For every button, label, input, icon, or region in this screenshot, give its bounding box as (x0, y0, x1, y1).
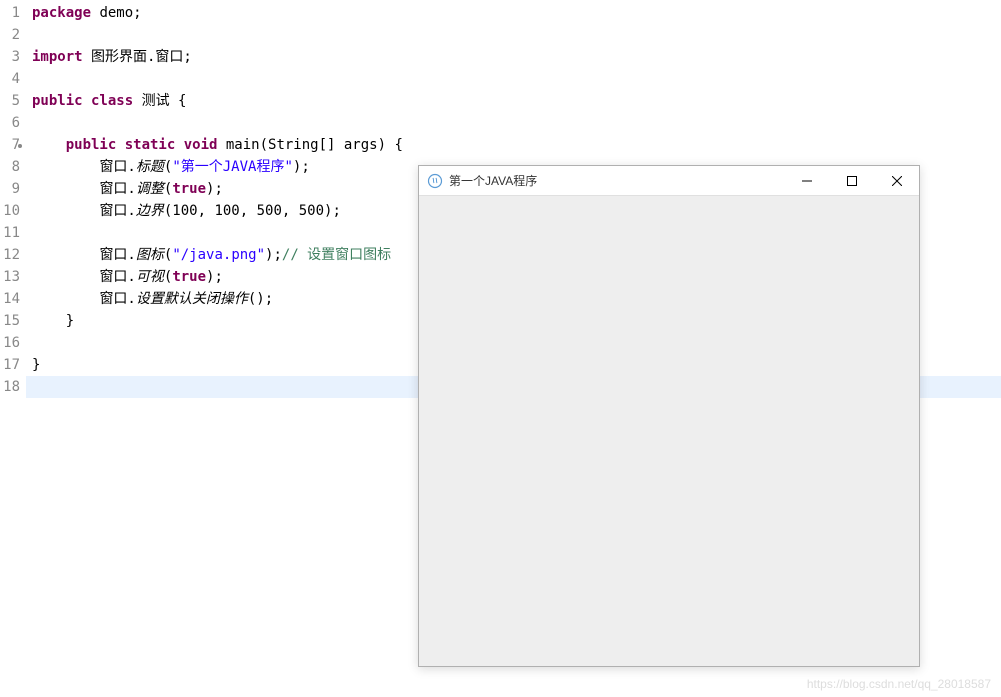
code-line: package demo; (32, 2, 1001, 24)
window-controls (784, 166, 919, 195)
line-number: 13 (0, 266, 20, 288)
line-number: 2 (0, 24, 20, 46)
window-title: 第一个JAVA程序 (449, 172, 784, 189)
java-icon (427, 173, 443, 189)
line-number-gutter: 1 2 3 4 5 6 7 8 9 10 11 12 13 14 15 16 1… (0, 0, 26, 697)
line-number: 3 (0, 46, 20, 68)
close-button[interactable] (874, 166, 919, 195)
line-number: 16 (0, 332, 20, 354)
line-number: 11 (0, 222, 20, 244)
line-number: 9 (0, 178, 20, 200)
line-number: 10 (0, 200, 20, 222)
maximize-button[interactable] (829, 166, 874, 195)
minimize-button[interactable] (784, 166, 829, 195)
line-number: 4 (0, 68, 20, 90)
code-line: import 图形界面.窗口; (32, 46, 1001, 68)
window-titlebar[interactable]: 第一个JAVA程序 (419, 166, 919, 196)
line-number: 7 (0, 134, 20, 156)
line-number: 17 (0, 354, 20, 376)
code-line (32, 112, 1001, 134)
code-line (32, 68, 1001, 90)
watermark-text: https://blog.csdn.net/qq_28018587 (807, 677, 991, 691)
line-number: 12 (0, 244, 20, 266)
code-line: public static void main(String[] args) { (32, 134, 1001, 156)
code-line (32, 24, 1001, 46)
line-number: 14 (0, 288, 20, 310)
line-number: 8 (0, 156, 20, 178)
line-number: 15 (0, 310, 20, 332)
java-application-window[interactable]: 第一个JAVA程序 (418, 165, 920, 667)
line-number: 1 (0, 2, 20, 24)
line-number: 6 (0, 112, 20, 134)
code-line: public class 测试 { (32, 90, 1001, 112)
line-number: 5 (0, 90, 20, 112)
line-number: 18 (0, 376, 20, 398)
window-content-area (419, 196, 919, 666)
